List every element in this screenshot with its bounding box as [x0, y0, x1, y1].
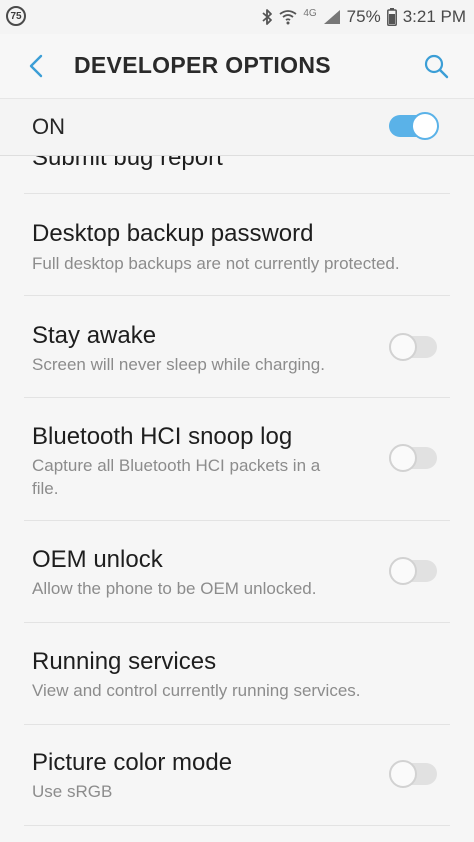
list-item-running-services[interactable]: Running services View and control curren… — [0, 623, 474, 725]
wifi-icon — [279, 9, 297, 25]
item-summary: Full desktop backups are not currently p… — [32, 254, 400, 273]
item-title: Picture color mode — [32, 749, 233, 776]
search-icon — [424, 54, 449, 79]
network-type-label: 4G — [303, 8, 317, 19]
list-item-submit-bug-report[interactable]: Submit bug report — [0, 156, 474, 194]
item-summary: View and control currently running servi… — [32, 681, 361, 700]
signal-icon — [323, 9, 341, 25]
search-button[interactable] — [418, 48, 454, 84]
oem-unlock-toggle[interactable] — [389, 557, 439, 585]
list-item-desktop-backup-password[interactable]: Desktop backup password Full desktop bac… — [0, 194, 474, 296]
item-summary: Capture all Bluetooth HCI packets in a f… — [32, 456, 321, 498]
toggle-thumb — [389, 557, 417, 585]
item-title: Desktop backup password — [32, 220, 314, 247]
item-title: Bluetooth HCI snoop log — [32, 423, 293, 450]
master-switch-row[interactable]: ON — [0, 98, 474, 156]
screen: 75 4G 75% 3:21 PM DEVELOPER OPTIONS ON S… — [0, 0, 474, 842]
toggle-thumb — [389, 760, 417, 788]
battery-icon — [386, 8, 397, 26]
list-item-stay-awake[interactable]: Stay awake Screen will never sleep while… — [0, 296, 474, 398]
list-item-picture-color-mode[interactable]: Picture color mode Use sRGB — [0, 725, 474, 826]
list-item-bluetooth-hci-snoop-log[interactable]: Bluetooth HCI snoop log Capture all Blue… — [0, 398, 474, 521]
battery-percent: 75% — [346, 7, 381, 26]
notification-badge: 75 — [6, 6, 26, 26]
toggle-thumb — [389, 444, 417, 472]
item-title: Stay awake — [32, 322, 157, 349]
master-switch-toggle[interactable] — [389, 112, 439, 140]
item-title: Running services — [32, 648, 217, 675]
toggle-thumb — [411, 112, 439, 140]
master-switch-label: ON — [32, 114, 65, 139]
status-time: 3:21 PM — [402, 7, 466, 26]
status-icons: 4G 75% 3:21 PM — [261, 0, 466, 34]
item-title: OEM unlock — [32, 546, 163, 573]
settings-list[interactable]: Submit bug report Desktop backup passwor… — [0, 156, 474, 842]
picture-color-mode-toggle[interactable] — [389, 760, 439, 788]
toggle-thumb — [389, 333, 417, 361]
app-bar: DEVELOPER OPTIONS — [0, 34, 474, 98]
chevron-left-icon — [29, 54, 43, 78]
list-item-oem-unlock[interactable]: OEM unlock Allow the phone to be OEM unl… — [0, 521, 474, 623]
bluetooth-icon — [261, 8, 273, 26]
status-bar: 75 4G 75% 3:21 PM — [0, 0, 474, 34]
divider — [24, 825, 450, 826]
back-button[interactable] — [18, 48, 54, 84]
stay-awake-toggle[interactable] — [389, 333, 439, 361]
item-title: Submit bug report — [32, 156, 223, 171]
bluetooth-hci-snoop-log-toggle[interactable] — [389, 444, 439, 472]
page-title: DEVELOPER OPTIONS — [74, 52, 331, 78]
